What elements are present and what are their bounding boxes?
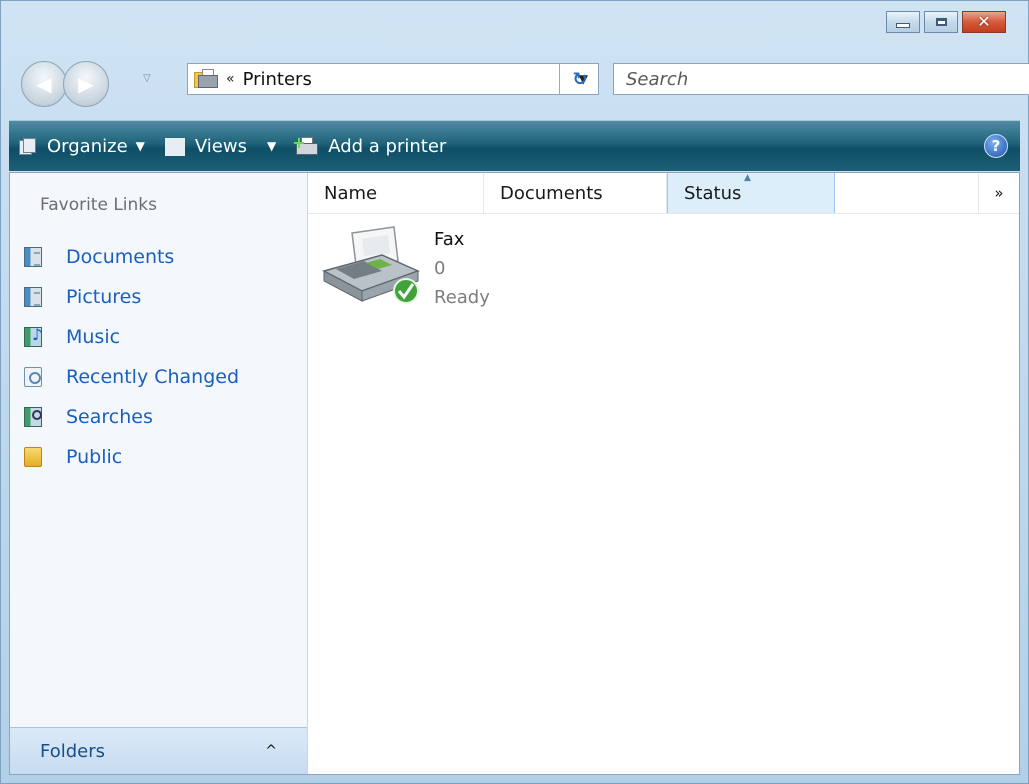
explorer-body: Favorite Links Documents Pictures Music …	[9, 172, 1020, 775]
command-bar: Organize ▼ Views ▼ + Add a printer ?	[9, 120, 1020, 171]
printers-folder-icon	[194, 69, 220, 89]
search-box[interactable]	[613, 63, 1029, 95]
more-columns-icon: »	[994, 184, 1004, 202]
breadcrumb-location[interactable]: Printers	[243, 69, 579, 90]
back-button[interactable]: ◀	[21, 61, 67, 107]
more-columns-button[interactable]: »	[979, 173, 1019, 213]
maximize-button[interactable]	[924, 11, 958, 33]
folders-toggle[interactable]: Folders ^	[10, 727, 307, 774]
favorite-link-label: Documents	[66, 246, 175, 268]
chevron-down-icon: ▼	[135, 139, 145, 153]
favorite-link-label: Music	[66, 326, 121, 348]
views-icon	[164, 138, 185, 156]
music-icon	[24, 325, 42, 347]
favorite-link-label: Recently Changed	[66, 366, 240, 388]
column-header-label: Name	[324, 182, 378, 204]
column-header-label: Status	[684, 182, 742, 204]
column-header-documents[interactable]: Documents	[484, 173, 667, 213]
recent-pages-dropdown[interactable]: ▽	[143, 73, 151, 84]
favorite-link-documents[interactable]: Documents	[24, 237, 307, 277]
documents-icon	[24, 247, 42, 267]
forward-button[interactable]: ▶	[63, 61, 109, 107]
sort-ascending-icon: ▲	[744, 173, 751, 183]
column-headers: Name Documents ▲ Status »	[308, 173, 1019, 214]
navigation-pane: Favorite Links Documents Pictures Music …	[10, 173, 308, 774]
folders-label: Folders	[40, 740, 106, 762]
help-icon: ?	[991, 137, 1001, 155]
printer-item-fax[interactable]: Fax 0 Ready	[322, 225, 542, 315]
fax-ready-icon	[322, 226, 421, 304]
add-printer-button[interactable]: + Add a printer	[286, 121, 456, 171]
organize-label: Organize	[47, 135, 128, 157]
favorite-link-pictures[interactable]: Pictures	[24, 277, 307, 317]
favorite-link-label: Public	[66, 446, 123, 468]
printer-status: Ready	[434, 287, 490, 308]
refresh-button[interactable]: ↻	[559, 63, 600, 95]
column-header-status[interactable]: ▲ Status	[667, 173, 835, 213]
maximize-icon	[935, 18, 947, 26]
breadcrumb-overflow[interactable]: «	[226, 71, 235, 87]
back-arrow-icon: ◀	[36, 72, 52, 96]
chevron-up-icon: ^	[265, 743, 277, 759]
column-header-spacer	[835, 173, 979, 213]
column-header-name[interactable]: Name	[308, 173, 484, 213]
printer-item-details: Fax 0 Ready	[434, 225, 490, 312]
help-button[interactable]: ?	[984, 134, 1008, 158]
minimize-icon	[896, 22, 910, 28]
favorite-link-searches[interactable]: Searches	[24, 397, 307, 437]
favorite-link-label: Pictures	[66, 286, 142, 308]
organize-icon	[19, 138, 37, 155]
views-button[interactable]: Views ▼	[155, 121, 286, 171]
favorite-link-public[interactable]: Public	[24, 437, 307, 477]
navigation-row: ◀ ▶ ▽ « Printers ▼ ↻	[21, 59, 1029, 107]
views-label: Views	[194, 135, 247, 157]
search-input[interactable]	[614, 64, 1029, 94]
refresh-icon: ↻	[572, 68, 588, 90]
organize-button[interactable]: Organize ▼	[9, 121, 155, 171]
printer-name: Fax	[434, 229, 465, 250]
add-printer-label: Add a printer	[328, 135, 447, 157]
printer-documents-count: 0	[434, 258, 446, 279]
explorer-window: ✕ ◀ ▶ ▽ « Printers ▼ ↻ Organize ▼ Vie	[0, 0, 1029, 784]
close-icon: ✕	[977, 12, 991, 31]
favorite-link-recently-changed[interactable]: Recently Changed	[24, 357, 307, 397]
chevron-down-icon: ▼	[266, 139, 277, 153]
pictures-icon	[24, 287, 42, 307]
recently-changed-icon	[24, 367, 42, 387]
public-folder-icon	[24, 447, 42, 467]
address-bar[interactable]: « Printers ▼	[187, 63, 599, 95]
favorite-link-music[interactable]: Music	[24, 317, 307, 357]
file-list-pane: Name Documents ▲ Status » Fax 0 Ready	[308, 173, 1019, 774]
favorite-links-heading: Favorite Links	[40, 195, 158, 215]
caption-buttons: ✕	[886, 11, 1006, 33]
favorite-links-list: Documents Pictures Music Recently Change…	[24, 237, 307, 477]
minimize-button[interactable]	[886, 11, 920, 33]
add-printer-icon: +	[292, 133, 319, 155]
column-header-label: Documents	[500, 182, 603, 204]
favorite-link-label: Searches	[66, 406, 153, 428]
forward-arrow-icon: ▶	[78, 72, 94, 96]
searches-icon	[24, 407, 42, 427]
close-button[interactable]: ✕	[962, 11, 1006, 33]
